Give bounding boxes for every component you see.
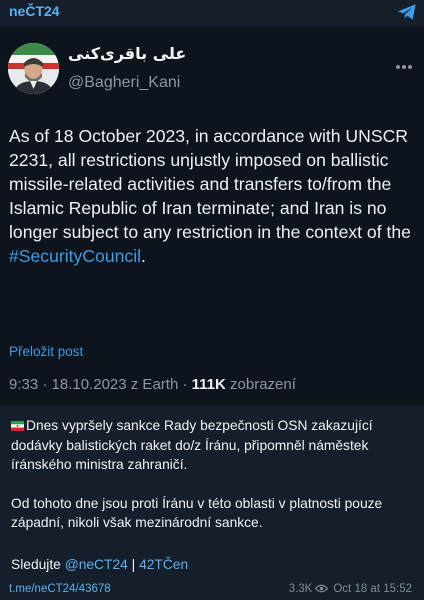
follow-link-nect24[interactable]: @neCT24 (65, 557, 128, 572)
message-paragraph-1: Dnes vypršely sankce Rady bezpečnosti OS… (11, 416, 416, 475)
message-paragraph-2: Od tohoto dne jsou proti Íránu v této ob… (11, 495, 383, 531)
author-handle[interactable]: @Bagheri_Kani (68, 74, 180, 92)
author-name[interactable]: علی باقری‌کنی (68, 44, 186, 63)
message-views: 3.3K (288, 583, 313, 595)
translate-link[interactable]: Přeložit post (9, 344, 83, 359)
more-icon[interactable] (396, 56, 414, 69)
follow-line: Sledujte @neCT24 | 42TČen (11, 557, 188, 572)
hashtag-link[interactable]: #SecurityCouncil (9, 246, 141, 266)
tweet-meta: 9:33 · 18.10.2023 z Earth · 111K zobraze… (9, 376, 296, 393)
tweet-timestamp: 9:33 · 18.10.2023 z Earth · (9, 376, 192, 393)
telegram-icon[interactable] (396, 1, 418, 23)
follow-separator: | (127, 557, 140, 572)
avatar[interactable] (8, 43, 59, 94)
tweet-text: As of 18 October 2023, in accordance wit… (9, 125, 419, 268)
tweet-card[interactable]: علی باقری‌کنی @Bagheri_Kani As of 18 Oct… (0, 26, 424, 406)
message-date: Oct 18 at 15:52 (333, 583, 412, 595)
views-count: 111K (191, 376, 226, 393)
channel-name[interactable]: neČT24 (9, 3, 60, 19)
tweet-end: . (141, 245, 146, 266)
tweet-body: As of 18 October 2023, in accordance wit… (9, 126, 411, 242)
message-text-1: Dnes vypršely sankce Rady bezpečnosti OS… (11, 418, 373, 473)
post-link[interactable]: t.me/neCT24/43678 (9, 583, 111, 595)
views-label: zobrazení (225, 376, 296, 393)
channel-bar: neČT24 (0, 0, 424, 26)
iran-flag-icon (11, 421, 24, 431)
footer-stats: 3.3K Oct 18 at 15:52 (289, 583, 412, 595)
follow-link-42tcen[interactable]: 42TČen (139, 557, 188, 572)
message-body: Dnes vypršely sankce Rady bezpečnosti OS… (11, 416, 416, 533)
follow-prefix: Sledujte (11, 557, 65, 572)
eye-icon (315, 584, 329, 593)
